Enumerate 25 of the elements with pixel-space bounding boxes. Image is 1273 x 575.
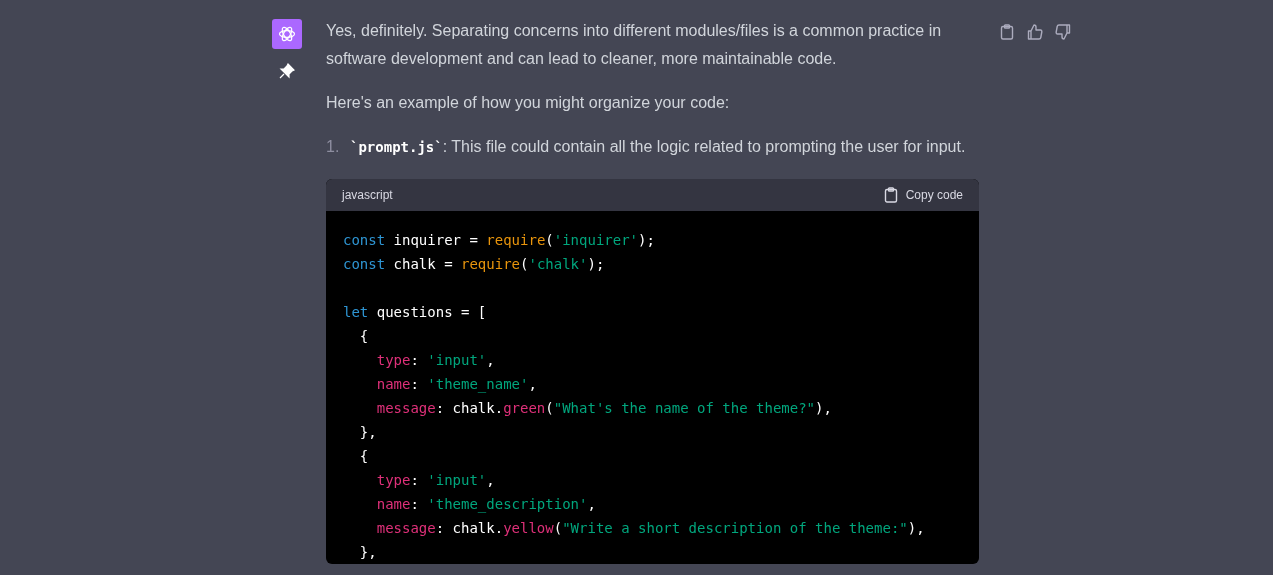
- copy-code-button[interactable]: Copy code: [883, 187, 963, 203]
- message-paragraph: Here's an example of how you might organize your code:: [326, 93, 731, 113]
- assistant-avatar: [272, 19, 302, 49]
- clipboard-icon: [883, 187, 898, 203]
- code-line: },: [359, 543, 377, 562]
- pin-icon[interactable]: [279, 63, 295, 79]
- code-line: const chalk = require('chalk');: [343, 255, 605, 274]
- thumbs-down-icon[interactable]: [1055, 24, 1071, 40]
- code-line: name: 'theme_name',: [376, 375, 537, 395]
- list-number: 1.: [326, 137, 341, 157]
- copy-icon[interactable]: [999, 24, 1015, 40]
- code-line: },: [359, 423, 377, 442]
- code-line: let questions = [: [343, 303, 487, 322]
- code-line: message: chalk.green("What's the name of the theme?"),: [376, 399, 832, 418]
- code-line: const inquirer = require('inquirer');: [343, 231, 655, 250]
- code-line: type: 'input',: [376, 471, 495, 490]
- code-line: {: [359, 447, 369, 466]
- code-line: message: chalk.yellow("Write a short description of the theme:"),: [376, 519, 925, 538]
- code-line: type: 'input',: [376, 351, 495, 370]
- code-language-label: javascript: [342, 188, 393, 202]
- message-paragraph: Yes, definitely. Separating concerns into different modules/files is a common practice in software development and can lead to cleaner, more maintainable code.: [326, 21, 943, 69]
- code-line: name: 'theme_description',: [376, 495, 596, 515]
- code-line: {: [359, 327, 369, 346]
- list-item-text: `prompt.js`: This file could contain all the logic related to prompting the user for input.: [350, 137, 966, 157]
- thumbs-up-icon[interactable]: [1027, 24, 1043, 40]
